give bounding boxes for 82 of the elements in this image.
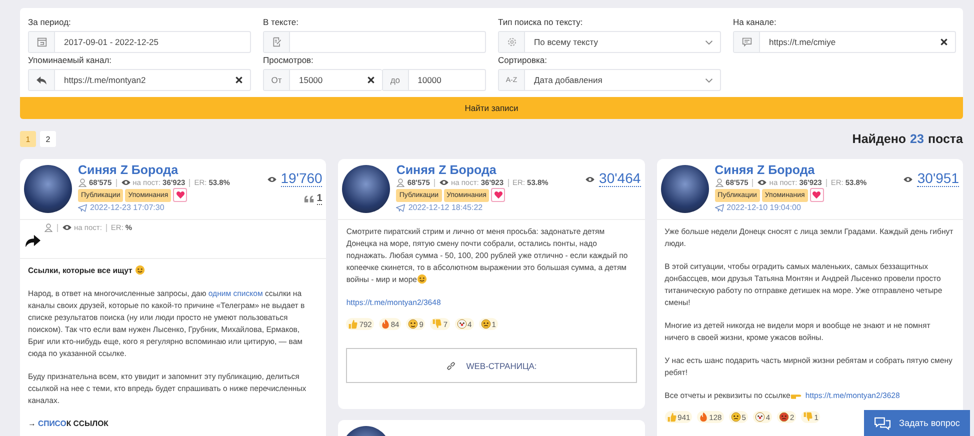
face-icon (134, 265, 144, 275)
angry-face-icon (779, 412, 790, 422)
link-icon (446, 360, 456, 370)
search-button[interactable]: Найти записи (20, 97, 963, 119)
field-label: Сортировка: (498, 55, 548, 65)
clown-face-icon (754, 412, 765, 422)
page-button[interactable]: 2 (40, 131, 56, 147)
eye-icon (903, 176, 914, 182)
text-search-field[interactable] (263, 31, 486, 53)
gear-icon (506, 37, 516, 47)
field-label: На канале: (733, 17, 776, 27)
field-label: Упоминаемый канал: (28, 55, 112, 65)
face-icon (417, 274, 428, 284)
paper-plane-icon (78, 204, 87, 212)
clear-icon[interactable] (235, 76, 243, 84)
thumbs-up-icon (666, 412, 677, 422)
paper-plane-icon (714, 204, 724, 212)
eye-icon (438, 179, 449, 186)
paper-plane-icon (396, 204, 406, 212)
ask-question-button[interactable]: Задать вопрос (864, 410, 970, 436)
views-to-field[interactable]: до 10000 (382, 69, 486, 91)
note-edit-icon (272, 37, 282, 47)
thumbs-down-icon (432, 319, 442, 329)
views-from-field[interactable]: От 15000 (263, 69, 382, 91)
heart-icon (812, 191, 822, 199)
flame-icon (380, 319, 390, 329)
search-type-dropdown[interactable]: По всему тексту (498, 31, 721, 53)
mentioned-channel-field[interactable]: https://t.me/montyan2 (28, 69, 251, 91)
post-date: 2022-12-12 18:45:22 (408, 203, 483, 212)
channel-name-link[interactable]: Синяя Z Борода (396, 163, 496, 177)
channel-name-link[interactable]: Синяя Z Борода (714, 163, 815, 177)
subscribers-icon (78, 178, 87, 187)
favorite-button[interactable] (810, 188, 824, 202)
flame-icon (699, 412, 708, 422)
chat-bubbles-icon (874, 416, 892, 430)
avatar-photo (660, 165, 709, 213)
date-range-field[interactable]: 2017-09-01 - 2022-12-25 (28, 31, 251, 53)
field-label: Просмотров: (263, 55, 314, 65)
field-label: Тип поиска по тексту: (498, 17, 583, 27)
chat-icon (742, 37, 752, 47)
favorite-button[interactable] (491, 188, 506, 202)
subscribers-icon (714, 178, 724, 187)
subscribers-icon (396, 178, 406, 187)
grinning-face-icon (408, 319, 418, 329)
results-label: поста (928, 132, 963, 146)
clear-icon[interactable] (366, 76, 375, 84)
quote-count: 1 (316, 193, 322, 205)
forward-arrow-icon (24, 233, 42, 248)
eye-icon (757, 179, 768, 186)
thumbs-up-icon (348, 319, 358, 329)
web-page-button[interactable]: WEB-СТРАНИЦА: (346, 348, 637, 383)
field-label: За период: (28, 17, 71, 27)
chevron-icon (705, 78, 713, 82)
field-label: В тексте: (263, 17, 299, 27)
channel-name-link[interactable]: Синяя Z Борода (78, 163, 178, 177)
reply-arrow-icon (36, 76, 47, 84)
subscribers-icon (44, 223, 53, 232)
dizzy-face-icon (730, 412, 741, 422)
calendar-icon (36, 37, 46, 47)
channel-field[interactable]: https://t.me/cmiye (733, 31, 956, 53)
eye-icon (266, 176, 277, 182)
clown-face-icon (456, 319, 467, 329)
quote-icon (304, 195, 314, 203)
eye-icon (120, 179, 131, 186)
favorite-button[interactable] (173, 188, 188, 202)
results-count: 23 (910, 132, 924, 146)
avatar-photo (24, 165, 72, 213)
post-date: 2022-12-10 19:04:00 (726, 203, 801, 212)
heart-icon (176, 191, 185, 199)
post-date: 2022-12-23 17:07:30 (90, 203, 164, 212)
eye-icon (585, 176, 596, 182)
clear-icon[interactable] (940, 38, 948, 46)
view-count: 30'464 (599, 171, 641, 187)
chevron-icon (705, 40, 713, 44)
confused-face-icon (480, 319, 491, 329)
results-label: Найдено (852, 132, 906, 146)
view-count: 30'951 (917, 171, 959, 187)
avatar-photo (342, 165, 390, 213)
heart-icon (494, 191, 503, 199)
thumbs-down-icon (803, 412, 814, 422)
eye-icon (62, 224, 72, 231)
view-count: 19'760 (280, 171, 322, 187)
